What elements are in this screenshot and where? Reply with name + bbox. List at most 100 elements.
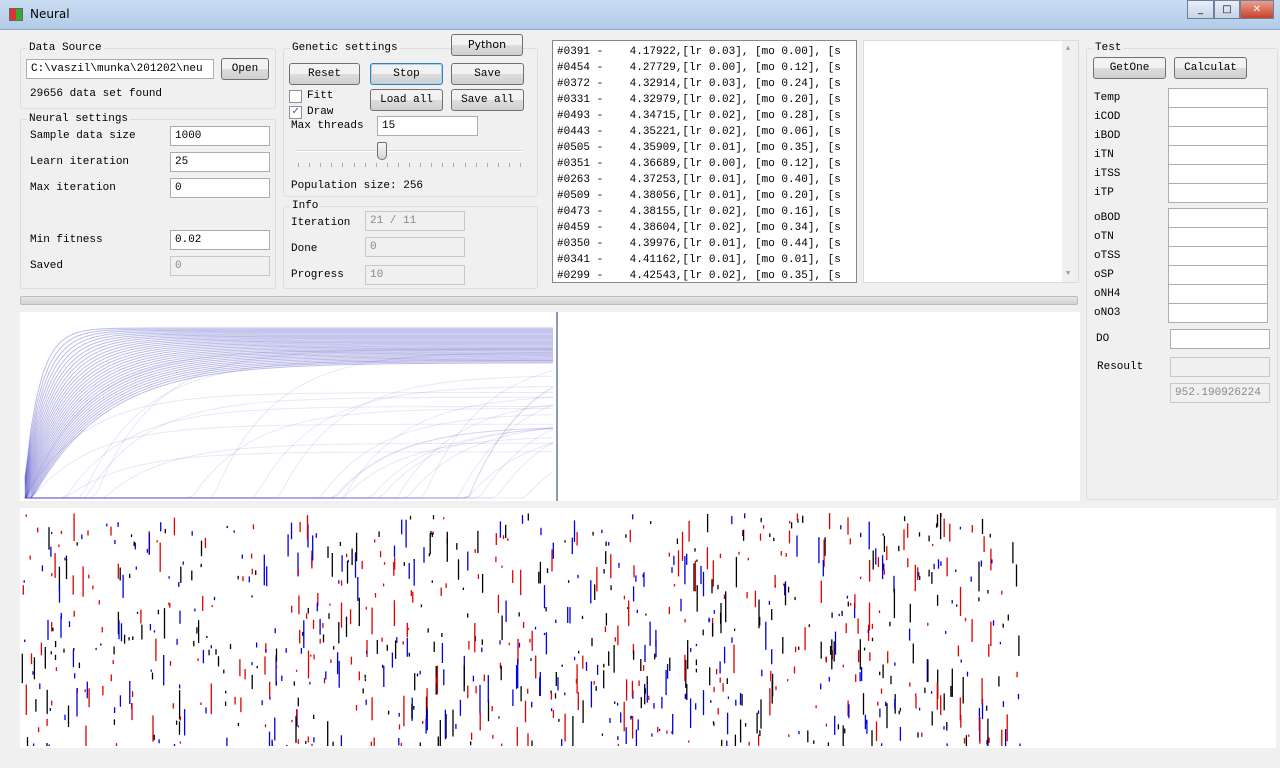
test-input-otss[interactable] <box>1168 246 1268 266</box>
slider-tick <box>486 163 488 167</box>
slider-tick <box>508 163 510 167</box>
stop-button[interactable]: Stop <box>370 63 443 85</box>
slider-tick <box>331 163 333 167</box>
test-input-onh4[interactable] <box>1168 284 1268 304</box>
max-threads-input[interactable]: 15 <box>377 116 478 136</box>
minimize-button[interactable]: _ <box>1187 0 1214 19</box>
done-field: 0 <box>365 237 465 257</box>
fitness-curve <box>25 396 554 499</box>
slider-tick <box>520 163 521 167</box>
test-input-icod[interactable] <box>1168 107 1268 127</box>
slider-tick <box>309 163 311 167</box>
population-size: Population size: 256 <box>291 180 424 192</box>
result-row[interactable]: #0331 - 4.32979,[lr 0.02], [mo 0.20], [s <box>557 92 852 108</box>
result-row[interactable]: #0263 - 4.37253,[lr 0.01], [mo 0.40], [s <box>557 172 852 188</box>
test-label-ono3: oNO3 <box>1094 307 1121 319</box>
test-input-ono3[interactable] <box>1168 303 1268 323</box>
do-input[interactable] <box>1170 329 1270 349</box>
result-row[interactable]: #0341 - 4.41162,[lr 0.01], [mo 0.01], [s <box>557 252 852 268</box>
learn-iteration-input[interactable]: 25 <box>170 152 270 172</box>
slider-tick <box>431 163 433 167</box>
result-row[interactable]: #0509 - 4.38056,[lr 0.01], [mo 0.20], [s <box>557 188 852 204</box>
data-status: 29656 data set found <box>30 88 163 100</box>
test-label-otss: oTSS <box>1094 250 1121 262</box>
fitt-label: Fitt <box>307 90 334 102</box>
test-label-onh4: oNH4 <box>1094 288 1121 300</box>
test-input-itp[interactable] <box>1168 183 1268 203</box>
slider-ticks <box>298 163 521 167</box>
max-iteration-input[interactable]: 0 <box>170 178 270 198</box>
result-row[interactable]: #0459 - 4.38604,[lr 0.02], [mo 0.34], [s <box>557 220 852 236</box>
save-all-button[interactable]: Save all <box>451 89 524 111</box>
threads-slider-thumb[interactable] <box>377 142 388 160</box>
test-label-ibod: iBOD <box>1094 130 1121 142</box>
scroll-up-icon[interactable]: ▲ <box>1066 45 1070 53</box>
scroll-down-icon[interactable]: ▼ <box>1066 270 1070 278</box>
open-button[interactable]: Open <box>221 58 269 80</box>
fitness-curve <box>25 385 554 499</box>
min-fitness-label: Min fitness <box>30 234 103 246</box>
fitt-checkbox[interactable] <box>289 90 302 103</box>
slider-tick <box>497 163 499 167</box>
result-row[interactable]: #0443 - 4.35221,[lr 0.02], [mo 0.06], [s <box>557 124 852 140</box>
test-label-osp: oSP <box>1094 269 1114 281</box>
test-input-osp[interactable] <box>1168 265 1268 285</box>
result-row[interactable]: #0350 - 4.39976,[lr 0.01], [mo 0.44], [s <box>557 236 852 252</box>
result-row[interactable]: #0493 - 4.34715,[lr 0.02], [mo 0.28], [s <box>557 108 852 124</box>
test-input-otn[interactable] <box>1168 227 1268 247</box>
maximize-button[interactable]: □ <box>1214 0 1240 19</box>
reset-button[interactable]: Reset <box>289 63 360 85</box>
test-label-itn: iTN <box>1094 149 1114 161</box>
slider-tick <box>442 163 444 167</box>
save-button[interactable]: Save <box>451 63 524 85</box>
result-label: Resoult <box>1097 361 1144 373</box>
fitness-plot <box>20 312 1080 501</box>
test-input-temp[interactable] <box>1168 88 1268 108</box>
max-iteration-label: Max iteration <box>30 182 116 194</box>
test-label-itss: iTSS <box>1094 168 1121 180</box>
result-row[interactable]: #0351 - 4.36689,[lr 0.00], [mo 0.12], [s <box>557 156 852 172</box>
result-row[interactable]: #0505 - 4.35909,[lr 0.01], [mo 0.35], [s <box>557 140 852 156</box>
app-icon <box>9 8 23 21</box>
draw-label: Draw <box>307 106 334 118</box>
path-input[interactable]: C:\vaszil\munka\201202\neu <box>26 59 214 79</box>
learn-iteration-label: Learn iteration <box>30 156 130 168</box>
fitness-curve <box>24 346 553 498</box>
group-title: Test <box>1095 42 1122 54</box>
getone-button[interactable]: GetOne <box>1093 57 1166 79</box>
result-row[interactable]: #0372 - 4.32914,[lr 0.03], [mo 0.24], [s <box>557 76 852 92</box>
result-row[interactable]: #0454 - 4.27729,[lr 0.00], [mo 0.12], [s <box>557 60 852 76</box>
slider-tick <box>386 163 388 167</box>
fitness-curve <box>25 396 553 499</box>
calculate-button[interactable]: Calculat <box>1174 57 1247 79</box>
result-row[interactable]: #0391 - 4.17922,[lr 0.03], [mo 0.00], [s <box>557 44 852 60</box>
sample-size-input[interactable]: 1000 <box>170 126 270 146</box>
fitness-curve <box>25 423 553 499</box>
close-button[interactable]: ✕ <box>1240 0 1274 19</box>
result-row[interactable]: #0473 - 4.38155,[lr 0.02], [mo 0.16], [s <box>557 204 852 220</box>
draw-checkbox[interactable]: ✓ <box>289 106 302 119</box>
slider-tick <box>364 163 366 167</box>
test-input-itss[interactable] <box>1168 164 1268 184</box>
fitness-curve <box>25 385 554 499</box>
slider-tick <box>409 163 410 167</box>
window-title: Neural <box>30 7 70 21</box>
slider-tick <box>320 163 322 167</box>
load-all-button[interactable]: Load all <box>370 89 443 111</box>
done-label: Done <box>291 243 318 255</box>
test-label-temp: Temp <box>1094 92 1121 104</box>
results-list[interactable]: #0391 - 4.17922,[lr 0.03], [mo 0.00], [s… <box>552 40 857 283</box>
iteration-label: Iteration <box>291 217 351 229</box>
test-input-obod[interactable] <box>1168 208 1268 228</box>
result-row[interactable]: #0299 - 4.42543,[lr 0.02], [mo 0.35], [s <box>557 268 852 282</box>
prediction-plot <box>20 508 1276 748</box>
test-label-icod: iCOD <box>1094 111 1121 123</box>
test-input-itn[interactable] <box>1168 145 1268 165</box>
test-input-ibod[interactable] <box>1168 126 1268 146</box>
min-fitness-input[interactable]: 0.02 <box>170 230 270 250</box>
scrollbar[interactable]: ▲ ▼ <box>1062 41 1078 282</box>
python-button[interactable]: Python <box>451 34 523 56</box>
max-threads-label: Max threads <box>291 120 364 132</box>
test-label-obod: oBOD <box>1094 212 1121 224</box>
progress-bar <box>20 296 1078 305</box>
